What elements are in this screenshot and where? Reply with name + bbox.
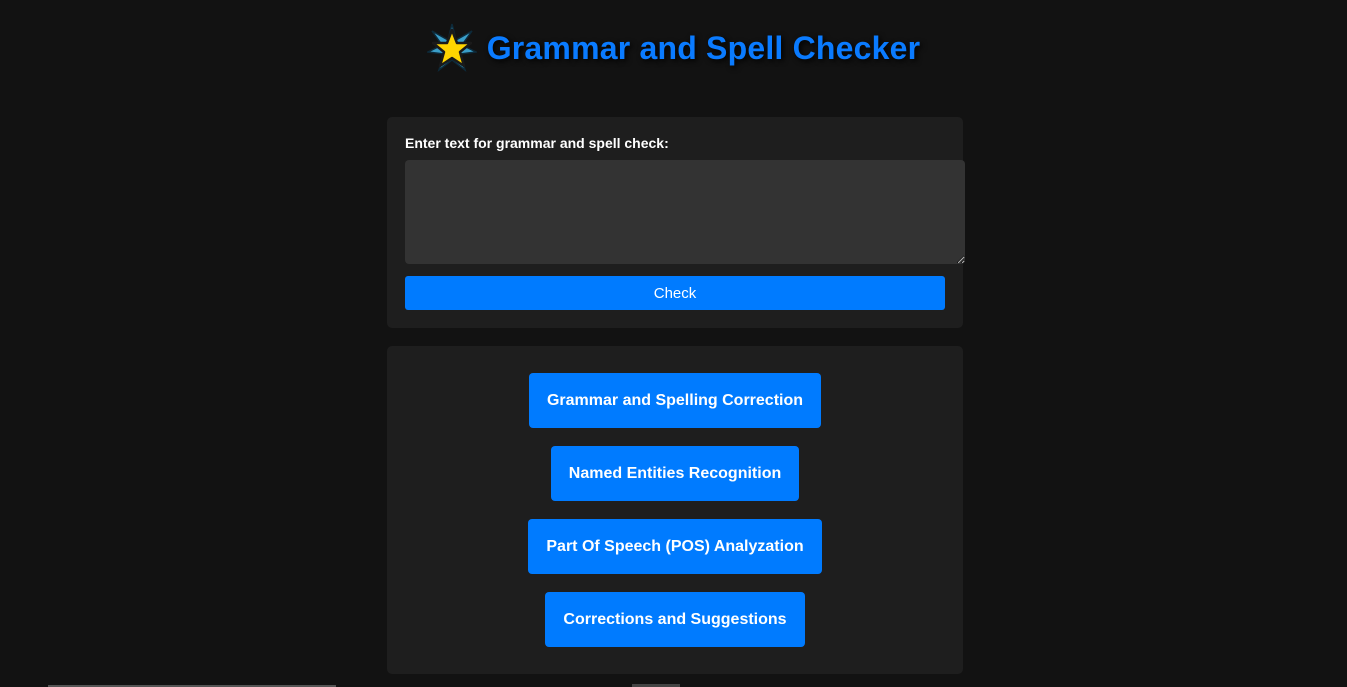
star-icon xyxy=(425,23,479,73)
header: Grammar and Spell Checker xyxy=(0,23,1347,73)
input-card: Enter text for grammar and spell check: … xyxy=(387,117,965,328)
page-title: Grammar and Spell Checker xyxy=(486,29,921,66)
text-input[interactable] xyxy=(405,160,965,264)
options-card: Grammar and Spelling Correction Named En… xyxy=(387,346,963,674)
page: Grammar and Spell Checker Enter text for… xyxy=(0,0,1347,687)
options-list: Grammar and Spelling Correction Named En… xyxy=(387,373,963,647)
grammar-spelling-correction-button[interactable]: Grammar and Spelling Correction xyxy=(528,373,822,428)
pos-analyzation-button[interactable]: Part Of Speech (POS) Analyzation xyxy=(528,519,822,574)
named-entities-recognition-button[interactable]: Named Entities Recognition xyxy=(550,446,800,501)
corrections-suggestions-button[interactable]: Corrections and Suggestions xyxy=(545,592,805,647)
check-button[interactable]: Check xyxy=(405,276,945,310)
input-label: Enter text for grammar and spell check: xyxy=(405,135,669,151)
